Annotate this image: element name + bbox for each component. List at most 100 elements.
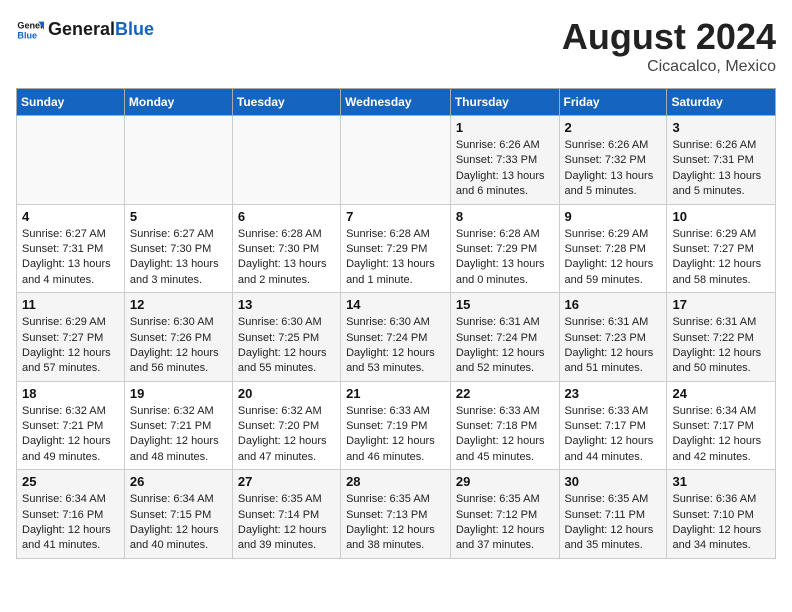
weekday-header-sunday: Sunday [17, 89, 125, 116]
day-number: 26 [130, 474, 227, 489]
day-info: Sunrise: 6:32 AM Sunset: 7:21 PM Dayligh… [130, 404, 227, 466]
day-number: 9 [565, 209, 662, 224]
day-info: Sunrise: 6:28 AM Sunset: 7:29 PM Dayligh… [346, 227, 445, 289]
day-number: 6 [238, 209, 335, 224]
day-number: 12 [130, 297, 227, 312]
calendar-cell: 20Sunrise: 6:32 AM Sunset: 7:20 PM Dayli… [232, 381, 340, 470]
calendar-cell [232, 116, 340, 205]
day-number: 30 [565, 474, 662, 489]
week-row-3: 11 Sunrise: 6:29 AM Sunset: 7:27 PM Dayli… [17, 293, 776, 382]
weekday-header-row: SundayMondayTuesdayWednesdayThursdayFrid… [17, 89, 776, 116]
day-info: Sunrise: 6:30 AM Sunset: 7:26 PM Dayligh… [130, 315, 227, 377]
calendar-cell: 15Sunrise: 6:31 AM Sunset: 7:24 PM Dayli… [450, 293, 559, 382]
calendar-cell: 13 Sunrise: 6:30 AM Sunset: 7:25 PM Dayli… [232, 293, 340, 382]
calendar-cell: 26 Sunrise: 6:34 AM Sunset: 7:15 PM Dayli… [124, 470, 232, 559]
weekday-header-saturday: Saturday [667, 89, 776, 116]
day-number: 28 [346, 474, 445, 489]
day-number: 8 [456, 209, 554, 224]
day-info: Sunrise: 6:29 AM Sunset: 7:27 PM Dayligh… [672, 227, 770, 289]
month-title: August 2024 [562, 16, 776, 58]
day-number: 3 [672, 120, 770, 135]
day-info: Sunrise: 6:29 AM Sunset: 7:28 PM Dayligh… [565, 227, 662, 289]
day-info: Sunrise: 6:26 AM Sunset: 7:33 PM Dayligh… [456, 138, 554, 200]
day-number: 23 [565, 386, 662, 401]
calendar-cell: 10 Sunrise: 6:29 AM Sunset: 7:27 PM Dayli… [667, 204, 776, 293]
day-number: 1 [456, 120, 554, 135]
calendar-cell: 24Sunrise: 6:34 AM Sunset: 7:17 PM Dayli… [667, 381, 776, 470]
day-number: 22 [456, 386, 554, 401]
day-info: Sunrise: 6:31 AM Sunset: 7:24 PM Dayligh… [456, 315, 554, 377]
calendar-cell: 2 Sunrise: 6:26 AM Sunset: 7:32 PM Daylig… [559, 116, 667, 205]
calendar-cell [341, 116, 451, 205]
week-row-4: 18 Sunrise: 6:32 AM Sunset: 7:21 PM Dayli… [17, 381, 776, 470]
day-info: Sunrise: 6:33 AM Sunset: 7:18 PM Dayligh… [456, 404, 554, 466]
day-info: Sunrise: 6:30 AM Sunset: 7:24 PM Dayligh… [346, 315, 445, 377]
day-number: 19 [130, 386, 227, 401]
weekday-header-wednesday: Wednesday [341, 89, 451, 116]
week-row-1: 1 Sunrise: 6:26 AM Sunset: 7:33 PM Daylig… [17, 116, 776, 205]
calendar-cell: 22 Sunrise: 6:33 AM Sunset: 7:18 PM Dayli… [450, 381, 559, 470]
calendar-cell: 8 Sunrise: 6:28 AM Sunset: 7:29 PM Daylig… [450, 204, 559, 293]
calendar-cell: 5 Sunrise: 6:27 AM Sunset: 7:30 PM Daylig… [124, 204, 232, 293]
calendar-cell: 12 Sunrise: 6:30 AM Sunset: 7:26 PM Dayli… [124, 293, 232, 382]
day-number: 16 [565, 297, 662, 312]
day-number: 4 [22, 209, 119, 224]
day-info: Sunrise: 6:27 AM Sunset: 7:31 PM Dayligh… [22, 227, 119, 289]
calendar-cell: 1 Sunrise: 6:26 AM Sunset: 7:33 PM Daylig… [450, 116, 559, 205]
week-row-2: 4 Sunrise: 6:27 AM Sunset: 7:31 PM Daylig… [17, 204, 776, 293]
day-info: Sunrise: 6:28 AM Sunset: 7:30 PM Dayligh… [238, 227, 335, 289]
logo-icon: General Blue [16, 16, 44, 44]
weekday-header-thursday: Thursday [450, 89, 559, 116]
title-block: August 2024 Cicacalco, Mexico [562, 16, 776, 76]
calendar-cell: 21 Sunrise: 6:33 AM Sunset: 7:19 PM Dayli… [341, 381, 451, 470]
calendar-cell: 6 Sunrise: 6:28 AM Sunset: 7:30 PM Daylig… [232, 204, 340, 293]
calendar-cell: 4 Sunrise: 6:27 AM Sunset: 7:31 PM Daylig… [17, 204, 125, 293]
day-number: 10 [672, 209, 770, 224]
day-info: Sunrise: 6:26 AM Sunset: 7:32 PM Dayligh… [565, 138, 662, 200]
calendar-table: SundayMondayTuesdayWednesdayThursdayFrid… [16, 88, 776, 559]
day-info: Sunrise: 6:31 AM Sunset: 7:22 PM Dayligh… [672, 315, 770, 377]
logo: General Blue GeneralBlue [16, 16, 154, 44]
calendar-cell: 9 Sunrise: 6:29 AM Sunset: 7:28 PM Daylig… [559, 204, 667, 293]
calendar-cell: 17Sunrise: 6:31 AM Sunset: 7:22 PM Dayli… [667, 293, 776, 382]
calendar-cell: 27Sunrise: 6:35 AM Sunset: 7:14 PM Dayli… [232, 470, 340, 559]
calendar-cell: 16 Sunrise: 6:31 AM Sunset: 7:23 PM Dayli… [559, 293, 667, 382]
day-number: 13 [238, 297, 335, 312]
calendar-cell: 14Sunrise: 6:30 AM Sunset: 7:24 PM Dayli… [341, 293, 451, 382]
calendar-cell: 29Sunrise: 6:35 AM Sunset: 7:12 PM Dayli… [450, 470, 559, 559]
calendar-cell: 30Sunrise: 6:35 AM Sunset: 7:11 PM Dayli… [559, 470, 667, 559]
day-info: Sunrise: 6:33 AM Sunset: 7:19 PM Dayligh… [346, 404, 445, 466]
calendar-cell: 28 Sunrise: 6:35 AM Sunset: 7:13 PM Dayli… [341, 470, 451, 559]
day-number: 18 [22, 386, 119, 401]
day-number: 11 [22, 297, 119, 312]
calendar-cell [17, 116, 125, 205]
location-subtitle: Cicacalco, Mexico [562, 58, 776, 76]
day-number: 31 [672, 474, 770, 489]
day-info: Sunrise: 6:29 AM Sunset: 7:27 PM Dayligh… [22, 315, 119, 377]
day-number: 5 [130, 209, 227, 224]
svg-text:Blue: Blue [17, 30, 37, 40]
calendar-cell: 11 Sunrise: 6:29 AM Sunset: 7:27 PM Dayli… [17, 293, 125, 382]
calendar-cell: 18 Sunrise: 6:32 AM Sunset: 7:21 PM Dayli… [17, 381, 125, 470]
day-info: Sunrise: 6:31 AM Sunset: 7:23 PM Dayligh… [565, 315, 662, 377]
calendar-cell: 25Sunrise: 6:34 AM Sunset: 7:16 PM Dayli… [17, 470, 125, 559]
day-info: Sunrise: 6:30 AM Sunset: 7:25 PM Dayligh… [238, 315, 335, 377]
day-info: Sunrise: 6:27 AM Sunset: 7:30 PM Dayligh… [130, 227, 227, 289]
calendar-cell: 31 Sunrise: 6:36 AM Sunset: 7:10 PM Dayli… [667, 470, 776, 559]
day-info: Sunrise: 6:32 AM Sunset: 7:20 PM Dayligh… [238, 404, 335, 466]
day-number: 27 [238, 474, 335, 489]
day-info: Sunrise: 6:34 AM Sunset: 7:15 PM Dayligh… [130, 492, 227, 554]
day-info: Sunrise: 6:34 AM Sunset: 7:16 PM Dayligh… [22, 492, 119, 554]
calendar-cell: 23 Sunrise: 6:33 AM Sunset: 7:17 PM Dayli… [559, 381, 667, 470]
day-info: Sunrise: 6:32 AM Sunset: 7:21 PM Dayligh… [22, 404, 119, 466]
day-info: Sunrise: 6:34 AM Sunset: 7:17 PM Dayligh… [672, 404, 770, 466]
calendar-cell: 19 Sunrise: 6:32 AM Sunset: 7:21 PM Dayli… [124, 381, 232, 470]
day-number: 2 [565, 120, 662, 135]
day-info: Sunrise: 6:28 AM Sunset: 7:29 PM Dayligh… [456, 227, 554, 289]
day-info: Sunrise: 6:36 AM Sunset: 7:10 PM Dayligh… [672, 492, 770, 554]
day-number: 21 [346, 386, 445, 401]
day-info: Sunrise: 6:35 AM Sunset: 7:13 PM Dayligh… [346, 492, 445, 554]
weekday-header-tuesday: Tuesday [232, 89, 340, 116]
day-number: 29 [456, 474, 554, 489]
day-info: Sunrise: 6:33 AM Sunset: 7:17 PM Dayligh… [565, 404, 662, 466]
